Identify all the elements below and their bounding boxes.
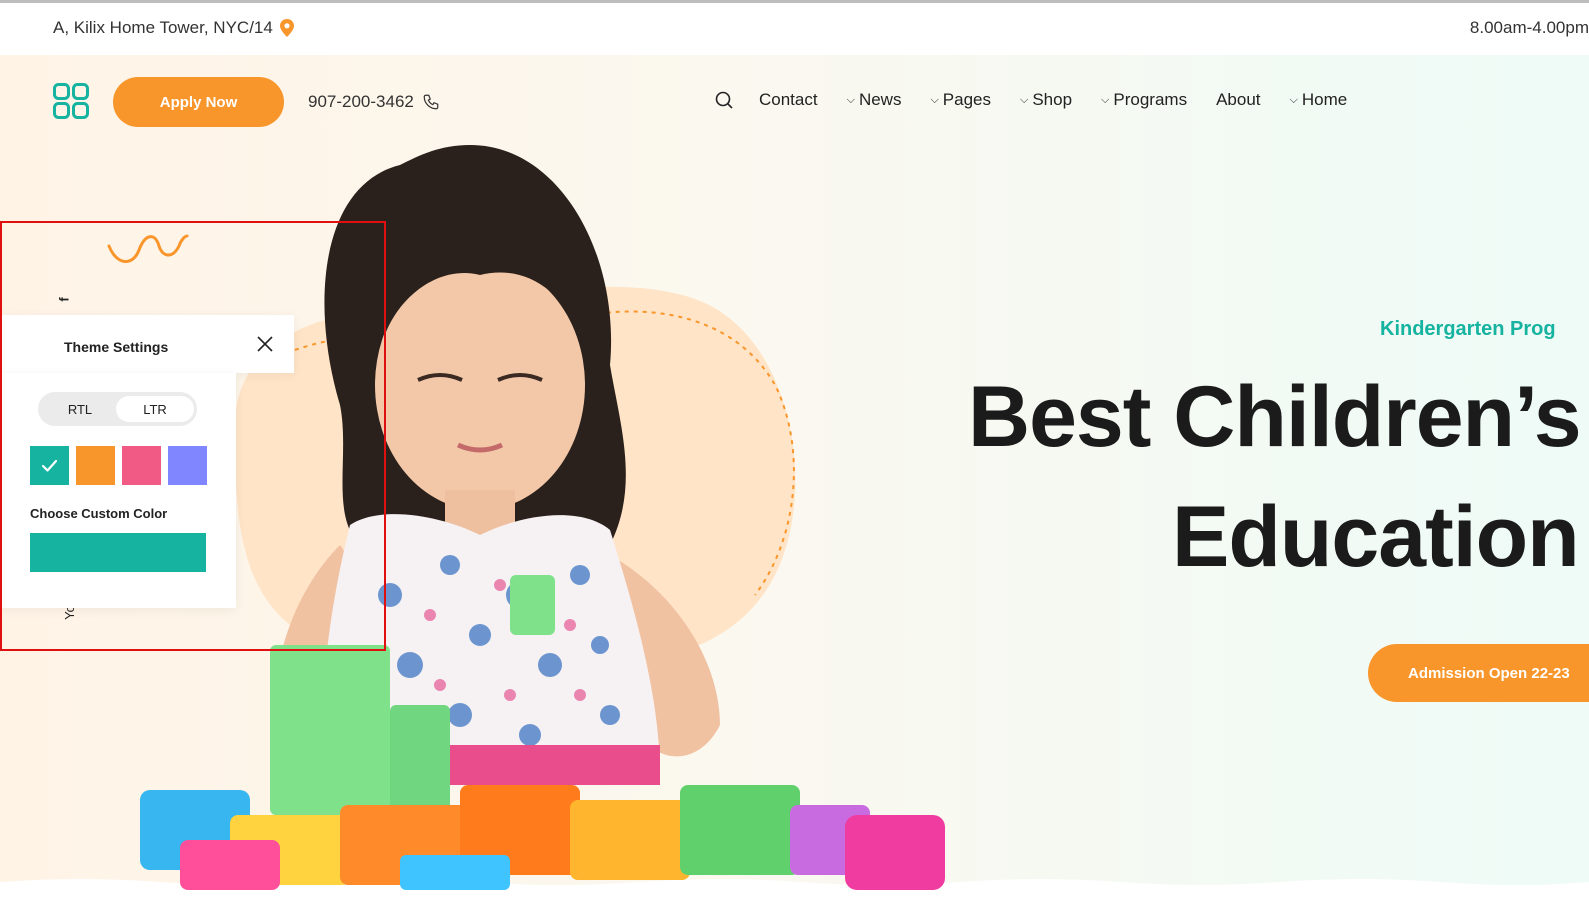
phone-contact[interactable]: 907-200-3462 (308, 92, 440, 112)
nav-label: News (858, 90, 902, 109)
hero-heading-line2: Education (1172, 489, 1580, 585)
highlight-annotation-box (0, 221, 386, 651)
admission-open-button[interactable]: Admission Open 22-23 (1368, 644, 1589, 702)
nav-item-home[interactable]: ⌵ Home (1290, 90, 1348, 110)
phone-icon (423, 94, 439, 110)
phone-number: 907-200-3462 (308, 92, 414, 111)
nav-label: Contact (759, 90, 818, 109)
opening-hours: 8.00am-4.00pm (1469, 18, 1589, 37)
nav-item-pages[interactable]: ⌵ Pages (930, 90, 991, 110)
chevron-down-icon: ⌵ (1289, 93, 1298, 106)
nav-item-programs[interactable]: ⌵ Programs (1101, 90, 1187, 110)
nav-label: Shop (1032, 90, 1073, 109)
map-pin-icon (279, 19, 294, 37)
top-bar: A, Kilix Home Tower, NYC/14 8.00am-4.00p… (0, 3, 1589, 55)
nav-label: Programs (1113, 90, 1188, 109)
nav-label: Pages (942, 90, 991, 109)
nav-item-news[interactable]: ⌵ News (847, 90, 902, 110)
main-navigation: Contact ⌵ News ⌵ Pages ⌵ Shop ⌵ Programs… (715, 90, 1376, 110)
hero-kicker: Kindergarten Prog (1380, 318, 1556, 340)
nav-item-contact[interactable]: Contact (759, 90, 818, 110)
nav-item-about[interactable]: About (1216, 90, 1260, 110)
nav-item-shop[interactable]: ⌵ Shop (1020, 90, 1072, 110)
chevron-down-icon: ⌵ (930, 93, 939, 106)
search-icon[interactable] (715, 90, 735, 110)
hero-heading-line1: Best Children’s (968, 369, 1582, 465)
nav-label: About (1216, 90, 1261, 109)
chevron-down-icon: ⌵ (846, 93, 855, 106)
grid-logo-icon[interactable] (53, 83, 89, 124)
apply-now-button[interactable]: Apply Now (113, 77, 284, 127)
nav-label: Home (1301, 90, 1348, 109)
address: A, Kilix Home Tower, NYC/14 (53, 18, 294, 38)
chevron-down-icon: ⌵ (1020, 93, 1029, 106)
chevron-down-icon: ⌵ (1101, 93, 1110, 106)
address-text: A, Kilix Home Tower, NYC/14 (53, 18, 273, 37)
